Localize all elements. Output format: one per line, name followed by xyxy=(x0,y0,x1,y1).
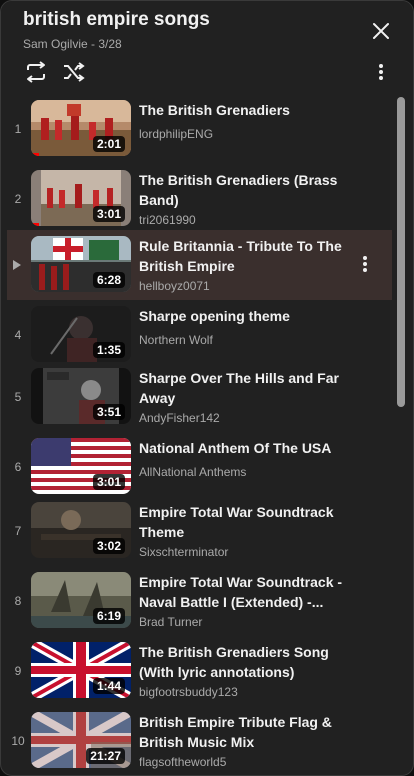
video-thumbnail[interactable]: 3:01 xyxy=(31,438,131,494)
channel-name[interactable]: hellboyz0071 xyxy=(139,279,210,293)
video-title[interactable]: National Anthem Of The USA xyxy=(139,438,349,458)
item-index: 2 xyxy=(14,192,22,206)
playlist-item[interactable]: 9 1:44 The British Grenadiers Song (With … xyxy=(7,636,392,706)
channel-name[interactable]: tri2061990 xyxy=(139,213,196,227)
item-more-button[interactable] xyxy=(355,252,375,276)
video-thumbnail[interactable]: 6:19 xyxy=(31,572,131,628)
video-title[interactable]: Sharpe opening theme xyxy=(139,306,349,326)
playlist-subtitle: Sam Ogilvie - 3/28 xyxy=(23,37,122,51)
close-icon xyxy=(373,23,389,39)
video-thumbnail[interactable]: 1:35 xyxy=(31,306,131,362)
item-index: 10 xyxy=(11,734,25,748)
channel-name[interactable]: AllNational Anthems xyxy=(139,465,246,479)
playlist-title[interactable]: british empire songs xyxy=(23,9,210,31)
video-duration: 2:01 xyxy=(92,136,125,152)
video-duration: 3:51 xyxy=(92,404,125,420)
playlist-item-playing[interactable]: 6:28 Rule Britannia - Tribute To The Brit… xyxy=(7,230,392,300)
channel-name[interactable]: Brad Turner xyxy=(139,615,202,629)
playlist-item[interactable]: 1 2:01 The British Grenadiers lordphilip xyxy=(7,94,392,164)
playlist-item[interactable]: 6 3:01 National Anthem Of The USA AllNat… xyxy=(7,432,392,502)
video-title[interactable]: Empire Total War Soundtrack Theme xyxy=(139,502,349,542)
item-index: 4 xyxy=(14,328,22,342)
video-title[interactable]: The British Grenadiers Song (With lyric a… xyxy=(139,642,349,682)
video-duration: 3:01 xyxy=(92,474,125,490)
video-title[interactable]: The British Grenadiers xyxy=(139,100,349,120)
video-duration: 1:44 xyxy=(92,678,125,694)
channel-name[interactable]: Sixschterminator xyxy=(139,545,228,559)
playlist-item[interactable]: 10 21:27 British Empire Tribute Flag & Br… xyxy=(7,706,392,775)
item-index: 8 xyxy=(14,594,22,608)
scrollbar-thumb[interactable] xyxy=(397,97,405,407)
video-title[interactable]: British Empire Tribute Flag & British Mus… xyxy=(139,712,349,752)
playlist-panel: british empire songs Sam Ogilvie - 3/28 xyxy=(0,0,414,776)
item-index: 9 xyxy=(14,664,22,678)
channel-name[interactable]: bigfootrsbuddy123 xyxy=(139,685,238,699)
more-vert-icon xyxy=(363,256,367,272)
video-thumbnail[interactable]: 21:27 xyxy=(31,712,131,768)
loop-icon xyxy=(27,61,45,83)
channel-name[interactable]: Northern Wolf xyxy=(139,333,213,347)
video-duration: 6:28 xyxy=(92,272,125,288)
channel-name[interactable]: lordphilipENG xyxy=(139,127,213,141)
video-thumbnail[interactable]: 6:28 xyxy=(31,236,131,292)
video-duration: 6:19 xyxy=(92,608,125,624)
item-index: 1 xyxy=(14,122,22,136)
video-duration: 3:02 xyxy=(92,538,125,554)
video-title[interactable]: Sharpe Over The Hills and Far Away xyxy=(139,368,349,408)
video-thumbnail[interactable]: 3:02 xyxy=(31,502,131,558)
loop-button[interactable] xyxy=(21,59,51,85)
watch-progress-bar xyxy=(31,153,39,156)
playlist-item[interactable]: 2 3:01 The British Grenadiers (Brass Band… xyxy=(7,164,392,234)
video-thumbnail[interactable]: 1:44 xyxy=(31,642,131,698)
video-thumbnail[interactable]: 3:01 xyxy=(31,170,131,226)
item-index: 5 xyxy=(14,390,22,404)
video-duration: 21:27 xyxy=(86,748,125,764)
channel-name[interactable]: flagsoftheworld5 xyxy=(139,755,226,769)
close-button[interactable] xyxy=(367,17,395,45)
more-vert-icon xyxy=(379,64,383,80)
item-index: 6 xyxy=(14,460,22,474)
playlist-item[interactable]: 5 3:51 Sharpe Over The Hills and Far Away… xyxy=(7,362,392,432)
playlist-items: 1 2:01 The British Grenadiers lordphilip xyxy=(1,92,413,775)
playlist-item[interactable]: 8 6:19 Empire Total War Soundtrack - Nava… xyxy=(7,566,392,636)
shuffle-button[interactable] xyxy=(59,59,89,85)
playlist-item[interactable]: 4 1:35 Sharpe opening theme Northern Wol… xyxy=(7,300,392,370)
playlist-more-button[interactable] xyxy=(369,59,393,85)
shuffle-icon xyxy=(64,62,85,82)
watch-progress-bar xyxy=(31,223,39,226)
video-duration: 1:35 xyxy=(92,342,125,358)
video-title[interactable]: The British Grenadiers (Brass Band) xyxy=(139,170,349,210)
video-thumbnail[interactable]: 3:51 xyxy=(31,368,131,424)
video-title[interactable]: Empire Total War Soundtrack - Naval Battl… xyxy=(139,572,349,612)
now-playing-icon xyxy=(13,260,21,270)
playlist-header: british empire songs Sam Ogilvie - 3/28 xyxy=(1,1,413,91)
playlist-item[interactable]: 7 3:02 Empire Total War Soundtrack Theme … xyxy=(7,496,392,566)
item-index: 7 xyxy=(14,524,22,538)
channel-name[interactable]: AndyFisher142 xyxy=(139,411,220,425)
video-thumbnail[interactable]: 2:01 xyxy=(31,100,131,156)
video-title[interactable]: Rule Britannia - Tribute To The British E… xyxy=(139,236,349,276)
video-duration: 3:01 xyxy=(92,206,125,222)
